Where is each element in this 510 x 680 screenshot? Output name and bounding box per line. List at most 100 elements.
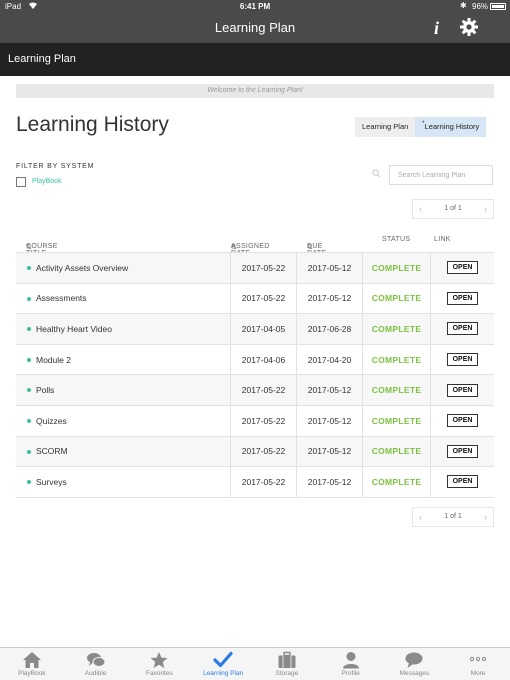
tab-learning-plan-nav[interactable]: Learning Plan (191, 648, 255, 680)
checkmark-icon (213, 651, 233, 668)
sort-icon: ⇅ (307, 244, 314, 251)
playbook-checkbox[interactable] (16, 177, 26, 187)
tab-learning-plan[interactable]: Learning Plan (355, 117, 416, 137)
page-indicator: 1 of 1 (444, 205, 462, 212)
battery-icon (490, 3, 506, 10)
link-cell: OPEN (430, 314, 494, 344)
tab-label: PlayBook (18, 670, 46, 677)
open-button[interactable]: OPEN (446, 322, 479, 336)
more-dots-icon (470, 656, 487, 662)
navigation-bar: iPad 6:41 PM ✱ 96% Learning Plan i (0, 0, 510, 43)
open-button[interactable]: OPEN (446, 353, 479, 367)
star-icon (150, 652, 168, 668)
tab-label: Learning Plan (203, 670, 244, 677)
table-row: Activity Assets Overview 2017-05-22 2017… (16, 252, 494, 283)
course-title: SCORM (36, 446, 68, 457)
tab-label: Messages (399, 670, 430, 677)
status-label: COMPLETE (362, 283, 430, 314)
open-button[interactable]: OPEN (446, 414, 479, 428)
info-icon[interactable]: i (434, 18, 439, 39)
assigned-date: 2017-04-05 (230, 314, 296, 344)
table-divider (16, 496, 494, 498)
tab-label: More (470, 670, 486, 677)
next-page-icon[interactable]: › (484, 204, 487, 214)
course-title: Surveys (36, 476, 67, 487)
assigned-date: 2017-05-22 (230, 375, 296, 405)
page-title: Learning History (16, 113, 169, 136)
column-header-status: STATUS (382, 236, 411, 243)
open-button[interactable]: OPEN (446, 291, 479, 305)
chat-bubbles-icon (86, 653, 106, 667)
status-time: 6:41 PM (239, 2, 271, 11)
tab-profile[interactable]: Profile (319, 648, 383, 680)
pagination-top: ‹ 1 of 1 › (412, 199, 494, 219)
link-cell: OPEN (430, 405, 494, 436)
due-date: 2017-04-20 (296, 344, 362, 375)
filter-label: FILTER BY SYSTEM (16, 163, 95, 170)
bluetooth-icon: ✱ (460, 1, 467, 10)
course-title: Polls (36, 385, 55, 396)
course-title: Module 2 (36, 354, 71, 365)
tab-playbook[interactable]: PlayBook (0, 648, 64, 680)
tab-storage[interactable]: Storage (255, 648, 319, 680)
table-row: Surveys 2017-05-22 2017-05-12 COMPLETE O… (16, 466, 494, 497)
status-label: COMPLETE (362, 436, 430, 467)
briefcase-icon (278, 651, 296, 668)
search-input[interactable] (389, 165, 493, 185)
tab-label: Learning Plan (362, 122, 409, 131)
course-title: Activity Assets Overview (36, 262, 129, 273)
assigned-date: 2017-05-22 (230, 405, 296, 436)
section-header: Learning Plan (0, 43, 510, 76)
open-button[interactable]: OPEN (446, 261, 479, 275)
tab-label: Favorites (146, 670, 173, 677)
status-label: COMPLETE (362, 253, 430, 283)
tab-learning-history[interactable]: *Learning History (415, 117, 487, 137)
link-cell: OPEN (430, 344, 494, 375)
tab-messages[interactable]: Messages (383, 648, 447, 680)
tab-favorites[interactable]: Favorites (128, 648, 192, 680)
assigned-date: 2017-05-22 (230, 253, 296, 283)
due-date: 2017-05-12 (296, 375, 362, 405)
due-date: 2017-05-12 (296, 405, 362, 436)
tab-audible[interactable]: Audible (64, 648, 128, 680)
tab-label: Audible (84, 670, 107, 677)
tab-label: Learning History (424, 122, 480, 131)
message-icon (405, 652, 423, 668)
tab-label: Profile (341, 670, 360, 677)
tab-more[interactable]: More (446, 648, 510, 680)
status-label: COMPLETE (362, 405, 430, 436)
table-row: Quizzes 2017-05-22 2017-05-12 COMPLETE O… (16, 404, 494, 436)
table-row: SCORM 2017-05-22 2017-05-12 COMPLETE OPE… (16, 435, 494, 467)
welcome-banner: Welcome to the Learning Plan! (16, 84, 494, 98)
battery-percent: 96% (472, 2, 489, 11)
pagination-bottom: ‹ 1 of 1 › (412, 507, 494, 527)
link-cell: OPEN (430, 283, 494, 314)
link-cell: OPEN (430, 253, 494, 283)
course-title: Healthy Heart Video (36, 323, 112, 334)
person-icon (342, 652, 359, 669)
table-row: Assessments 2017-05-22 2017-05-12 COMPLE… (16, 282, 494, 314)
table-header: COURSE TITLE⇅ ASSIGNED DATE⇅ DUE DATE⇅ S… (16, 229, 494, 257)
table-body: Activity Assets Overview 2017-05-22 2017… (16, 252, 494, 497)
table-row: Module 2 2017-04-06 2017-04-20 COMPLETE … (16, 343, 494, 375)
table-row: Polls 2017-05-22 2017-05-12 COMPLETE OPE… (16, 374, 494, 405)
open-button[interactable]: OPEN (446, 383, 479, 397)
course-title: Assessments (36, 293, 87, 304)
playbook-filter-label[interactable]: PlayBook (32, 178, 62, 185)
search-icon (372, 169, 381, 178)
open-button[interactable]: OPEN (446, 444, 479, 458)
gear-icon[interactable] (459, 17, 479, 37)
bottom-tab-bar: PlayBook Audible Favorites Learning Plan… (0, 647, 510, 680)
column-header-link: LINK (434, 236, 451, 243)
status-label: COMPLETE (362, 344, 430, 375)
open-button[interactable]: OPEN (446, 475, 479, 489)
due-date: 2017-05-12 (296, 436, 362, 467)
tab-label: Storage (275, 670, 299, 677)
next-page-icon[interactable]: › (484, 512, 487, 522)
status-label: COMPLETE (362, 467, 430, 497)
page-indicator: 1 of 1 (444, 513, 462, 520)
sort-icon: ⇅ (26, 244, 33, 251)
view-tabs: Learning Plan *Learning History (355, 117, 487, 137)
status-label: COMPLETE (362, 314, 430, 344)
status-bar: iPad 6:41 PM ✱ 96% (0, 0, 510, 14)
